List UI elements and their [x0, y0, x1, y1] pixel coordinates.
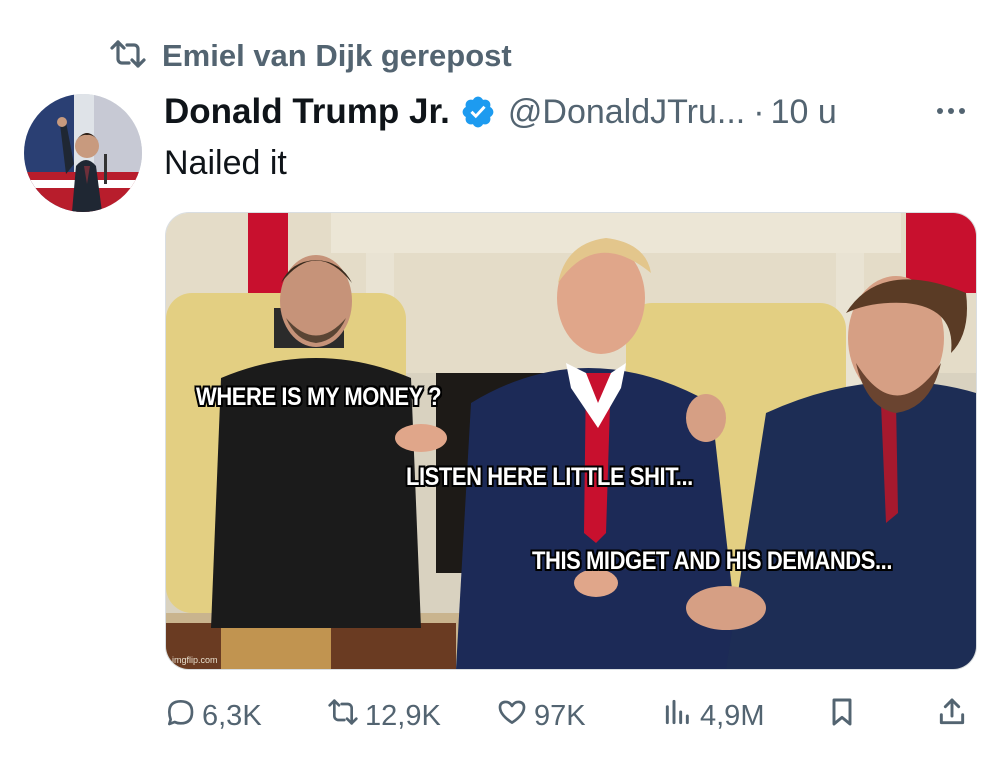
bookmark-button[interactable] — [826, 694, 858, 738]
verified-badge-icon — [460, 94, 496, 130]
tweet-media-image[interactable]: WHERE IS MY MONEY ? LISTEN HERE LITTLE S… — [165, 212, 977, 670]
repost-icon — [327, 696, 359, 736]
reply-count: 6,3K — [202, 699, 262, 732]
timestamp[interactable]: 10 u — [771, 93, 837, 132]
share-button[interactable] — [936, 694, 968, 738]
author-handle[interactable]: @DonaldJTru... — [508, 93, 745, 132]
repost-indicator[interactable]: Emiel van Dijk gerepost — [108, 36, 512, 76]
tweet-actions: 6,3K 12,9K 97K 4,9M — [164, 694, 974, 738]
tweet-header: Donald Trump Jr. @DonaldJTru... · 10 u — [164, 86, 837, 138]
reply-icon — [164, 696, 196, 736]
like-icon — [496, 696, 528, 736]
views-count: 4,9M — [700, 699, 765, 732]
meme-caption-1: WHERE IS MY MONEY ? — [196, 383, 442, 411]
repost-button[interactable]: 12,9K — [327, 694, 441, 738]
separator-dot: · — [753, 92, 765, 131]
bookmark-icon — [826, 696, 858, 736]
meme-caption-2: LISTEN HERE LITTLE SHIT... — [406, 463, 693, 491]
views-icon — [662, 696, 694, 736]
like-button[interactable]: 97K — [496, 694, 586, 738]
author-name[interactable]: Donald Trump Jr. — [164, 92, 450, 132]
views-button[interactable]: 4,9M — [662, 694, 764, 738]
more-icon[interactable] — [928, 96, 974, 126]
share-icon — [936, 696, 968, 736]
meme-caption-3: THIS MIDGET AND HIS DEMANDS... — [532, 547, 893, 575]
reply-button[interactable]: 6,3K — [164, 694, 262, 738]
tweet-text: Nailed it — [164, 144, 287, 182]
repost-count: 12,9K — [365, 699, 441, 732]
repost-icon — [108, 39, 148, 74]
like-count: 97K — [534, 699, 586, 732]
repost-text[interactable]: Emiel van Dijk gerepost — [162, 38, 512, 74]
avatar[interactable] — [24, 94, 142, 212]
image-watermark: imgflip.com — [172, 655, 218, 665]
